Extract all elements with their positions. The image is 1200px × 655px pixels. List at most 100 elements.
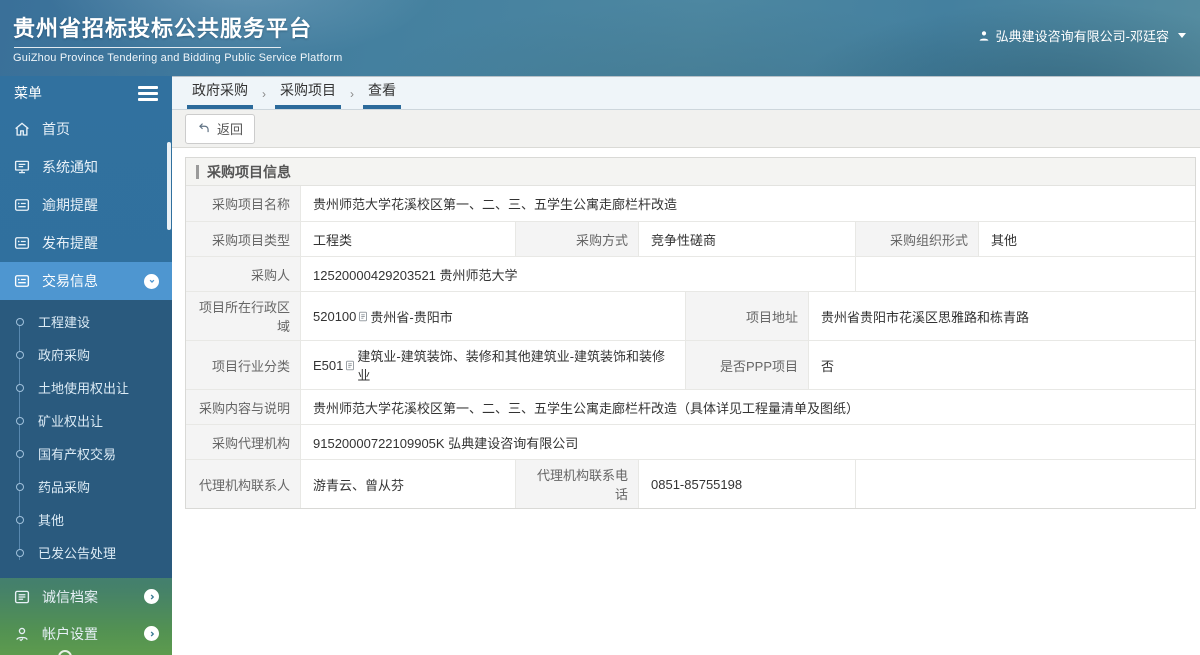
sidebar-submenu: 工程建设政府采购土地使用权出让矿业权出让 国有产权交易药品采购其他已发公告处理 — [0, 300, 172, 578]
sidebar-subitem-label: 工程建设 — [38, 315, 91, 330]
project-info-panel: 采购项目信息 采购项目名称 贵州师范大学花溪校区第一、二、三、五学生公寓走廊栏杆改… — [185, 157, 1196, 509]
table-row: 代理机构联系人 游青云、曾从芬 代理机构联系电话 0851-85755198 — [186, 459, 1195, 508]
field-value: 12520000429203521 贵州师范大学 — [301, 257, 856, 291]
sidebar-scrollbar[interactable] — [167, 142, 171, 230]
section-title: 采购项目信息 — [207, 163, 291, 180]
monitor-icon — [13, 158, 31, 176]
field-label: 采购内容与说明 — [186, 390, 301, 424]
field-value-text: 建筑业-建筑装饰、装修和其他建筑业-建筑装饰和装修业 — [357, 349, 666, 383]
sidebar-subitem-published-announcements[interactable]: 已发公告处理 — [0, 536, 172, 569]
breadcrumb-item-0[interactable]: 政府采购 — [187, 80, 253, 109]
table-row: 项目所在行政区域 520100 贵州省-贵阳市 项目地址 贵州省贵阳市花溪区思雅路和栋青… — [186, 291, 1195, 340]
chevron-right-circle-icon — [144, 589, 159, 604]
field-value: E501 建筑业-建筑装饰、装修和其他建筑业-建筑装饰和装修业 — [301, 341, 686, 389]
field-value: 竞争性磋商 — [639, 222, 856, 256]
sidebar-item-account-settings[interactable]: 帐户设置 — [0, 615, 172, 652]
sidebar-item-label: 交易信息 — [42, 273, 98, 289]
sidebar-subitem-label: 其他 — [38, 513, 65, 528]
field-label: 是否PPP项目 — [686, 341, 809, 389]
field-value-text: 贵州省-贵阳市 — [370, 309, 453, 325]
bullet-icon — [16, 317, 24, 326]
field-value: 0851-85755198 — [639, 460, 856, 508]
sidebar-item-overdue-reminder[interactable]: 逾期提醒 — [0, 186, 172, 224]
sidebar-subitem-label: 土地使用权出让 — [38, 381, 130, 396]
field-label: 采购方式 — [516, 222, 639, 256]
chevron-down-circle-icon — [144, 273, 159, 289]
field-value: 520100 贵州省-贵阳市 — [301, 292, 686, 340]
bullet-icon — [16, 482, 24, 491]
field-label: 代理机构联系电话 — [516, 460, 639, 508]
table-row: 采购代理机构 91520000722109905K 弘典建设咨询有限公司 — [186, 424, 1195, 459]
sidebar-menu: 首页系统通知逾期提醒发布提醒交易信息 — [0, 110, 172, 300]
back-button[interactable]: 返回 — [185, 113, 256, 144]
field-label: 代理机构联系人 — [186, 460, 301, 508]
table-row: 采购项目名称 贵州师范大学花溪校区第一、二、三、五学生公寓走廊栏杆改造 — [186, 186, 1195, 221]
sidebar-subitem-state-property-trade[interactable]: 国有产权交易 — [0, 437, 172, 470]
panel-header: 采购项目信息 — [186, 158, 1195, 186]
field-label: 项目地址 — [686, 292, 809, 340]
sidebar-item-trade-info[interactable]: 交易信息 — [0, 262, 172, 300]
list-folder-icon — [13, 272, 31, 290]
sidebar-item-label: 逾期提醒 — [42, 197, 98, 213]
sidebar-item-label: 系统通知 — [42, 159, 98, 175]
sidebar-subitem-gov-procurement[interactable]: 政府采购 — [0, 338, 172, 371]
menu-label: 菜单 — [14, 85, 42, 101]
field-value-code: 520100 — [313, 308, 357, 324]
sidebar-subitem-other[interactable]: 其他 — [0, 503, 172, 536]
field-value — [856, 257, 1195, 291]
sidebar-header: 菜单 — [0, 76, 172, 110]
field-value: 其他 — [991, 232, 1018, 248]
app-header: 贵州省招标投标公共服务平台 GuiZhou Province Tendering… — [0, 0, 1200, 76]
field-value-code: E501 — [313, 357, 344, 373]
hamburger-icon[interactable] — [138, 83, 158, 104]
field-value: 工程类 — [301, 222, 516, 256]
bullet-icon — [16, 449, 24, 458]
field-value: 贵州师范大学花溪校区第一、二、三、五学生公寓走廊栏杆改造 — [313, 197, 678, 212]
doc-icon — [357, 310, 369, 323]
sidebar-subitem-drug-procurement[interactable]: 药品采购 — [0, 470, 172, 503]
info-table: 采购项目名称 贵州师范大学花溪校区第一、二、三、五学生公寓走廊栏杆改造 采购项目类型… — [186, 186, 1195, 508]
list-folder-icon — [13, 234, 31, 252]
sidebar-item-label: 发布提醒 — [42, 235, 98, 251]
field-label: 采购人 — [186, 257, 301, 291]
table-row: 采购内容与说明 贵州师范大学花溪校区第一、二、三、五学生公寓走廊栏杆改造（具体详见… — [186, 389, 1195, 424]
sidebar-subitem-label: 药品采购 — [38, 480, 91, 495]
sidebar: 菜单 首页系统通知逾期提醒发布提醒交易信息 工程建设政府采购土地使用权出让矿业权… — [0, 76, 172, 655]
sidebar-subitem-label: 政府采购 — [38, 348, 91, 363]
table-row: 采购项目类型 工程类 采购方式 竞争性磋商 采购组织形式 其他 — [186, 221, 1195, 256]
back-label: 返回 — [217, 121, 244, 137]
sidebar-bottom: 诚信档案帐户设置 — [0, 578, 172, 652]
doc-icon — [344, 359, 356, 372]
bullet-icon — [16, 383, 24, 392]
sidebar-item-home[interactable]: 首页 — [0, 110, 172, 148]
user-menu[interactable]: 弘典建设咨询有限公司-邓廷容 — [977, 26, 1186, 45]
field-label: 项目所在行政区域 — [186, 292, 301, 340]
sidebar-item-credit-archive[interactable]: 诚信档案 — [0, 578, 172, 615]
bullet-icon — [16, 515, 24, 524]
field-value: 贵州省贵阳市花溪区思雅路和栋青路 — [821, 309, 1030, 325]
archive-icon — [13, 588, 31, 606]
field-value: 否 — [821, 358, 835, 374]
sidebar-item-system-notice[interactable]: 系统通知 — [0, 148, 172, 186]
sidebar-item-label: 帐户设置 — [42, 625, 98, 642]
table-row: 采购人 12520000429203521 贵州师范大学 — [186, 256, 1195, 291]
caret-down-icon — [1178, 33, 1186, 38]
breadcrumb: 政府采购 › 采购项目 › 查看 — [172, 76, 1200, 110]
chevron-right-circle-icon — [144, 626, 159, 641]
sidebar-subitem-mining-right-transfer[interactable]: 矿业权出让 — [0, 404, 172, 437]
content: 采购项目信息 采购项目名称 贵州师范大学花溪校区第一、二、三、五学生公寓走廊栏杆改… — [172, 148, 1200, 509]
main: 政府采购 › 采购项目 › 查看 返回 采购项目信息 采购项目名称 贵州师范大学花溪校区第… — [172, 76, 1200, 655]
breadcrumb-item-1[interactable]: 采购项目 — [275, 80, 341, 109]
site-title: 贵州省招标投标公共服务平台 — [13, 16, 313, 41]
sidebar-subitem-land-use-right-transfer[interactable]: 土地使用权出让 — [0, 371, 172, 404]
sidebar-item-publish-reminder[interactable]: 发布提醒 — [0, 224, 172, 262]
person-icon — [977, 29, 991, 43]
sidebar-item-label: 首页 — [42, 121, 70, 137]
list-folder-icon — [13, 196, 31, 214]
sidebar-subitem-engineering-construction[interactable]: 工程建设 — [0, 305, 172, 338]
field-value — [856, 460, 1195, 508]
breadcrumb-separator: › — [262, 87, 266, 101]
bullet-icon — [16, 350, 24, 359]
breadcrumb-item-2[interactable]: 查看 — [363, 80, 401, 109]
field-label: 采购项目类型 — [186, 222, 301, 256]
